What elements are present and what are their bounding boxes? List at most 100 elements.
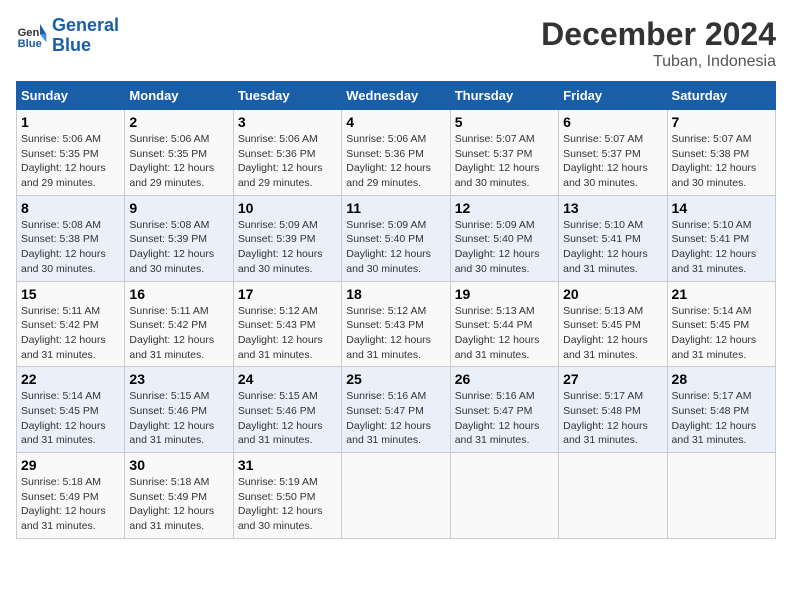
sunrise-time: 5:10 AM (605, 219, 644, 231)
sunset-time: 5:37 PM (602, 148, 641, 160)
sunset-label: Sunset: (129, 319, 168, 331)
sunset-time: 5:38 PM (710, 148, 749, 160)
daylight-label: Daylight: (672, 334, 716, 346)
sunset-label: Sunset: (563, 319, 602, 331)
daylight-label: Daylight: (672, 162, 716, 174)
calendar-day-cell: 9 Sunrise: 5:08 AM Sunset: 5:39 PM Dayli… (125, 195, 233, 281)
daylight-label: Daylight: (455, 162, 499, 174)
sunrise-label: Sunrise: (455, 133, 496, 145)
day-info: Sunrise: 5:11 AM Sunset: 5:42 PM Dayligh… (129, 304, 228, 363)
sunset-time: 5:46 PM (168, 405, 207, 417)
sunset-time: 5:39 PM (276, 233, 315, 245)
day-info: Sunrise: 5:09 AM Sunset: 5:40 PM Dayligh… (346, 218, 445, 277)
col-tuesday: Tuesday (233, 82, 341, 110)
col-wednesday: Wednesday (342, 82, 450, 110)
day-info: Sunrise: 5:08 AM Sunset: 5:38 PM Dayligh… (21, 218, 120, 277)
sunrise-label: Sunrise: (672, 219, 713, 231)
daylight-label: Daylight: (455, 334, 499, 346)
day-info: Sunrise: 5:17 AM Sunset: 5:48 PM Dayligh… (563, 389, 662, 448)
day-number: 30 (129, 457, 228, 473)
logo-text: General Blue (52, 16, 119, 56)
sunrise-time: 5:08 AM (62, 219, 101, 231)
sunrise-label: Sunrise: (129, 305, 170, 317)
sunrise-label: Sunrise: (238, 133, 279, 145)
day-info: Sunrise: 5:07 AM Sunset: 5:37 PM Dayligh… (563, 132, 662, 191)
day-number: 13 (563, 200, 662, 216)
calendar-week-row: 1 Sunrise: 5:06 AM Sunset: 5:35 PM Dayli… (17, 110, 776, 196)
col-friday: Friday (559, 82, 667, 110)
sunrise-label: Sunrise: (129, 219, 170, 231)
sunrise-label: Sunrise: (238, 390, 279, 402)
sunrise-time: 5:11 AM (62, 305, 100, 317)
calendar-day-cell: 16 Sunrise: 5:11 AM Sunset: 5:42 PM Dayl… (125, 281, 233, 367)
sunrise-time: 5:13 AM (496, 305, 535, 317)
day-number: 28 (672, 371, 771, 387)
sunset-time: 5:39 PM (168, 233, 207, 245)
calendar-day-cell: 2 Sunrise: 5:06 AM Sunset: 5:35 PM Dayli… (125, 110, 233, 196)
sunset-label: Sunset: (346, 233, 385, 245)
daylight-label: Daylight: (129, 420, 173, 432)
calendar-week-row: 22 Sunrise: 5:14 AM Sunset: 5:45 PM Dayl… (17, 367, 776, 453)
daylight-label: Daylight: (21, 420, 65, 432)
sunrise-time: 5:13 AM (605, 305, 644, 317)
page-title: December 2024 (541, 16, 776, 53)
day-number: 19 (455, 286, 554, 302)
sunset-time: 5:48 PM (602, 405, 641, 417)
daylight-label: Daylight: (672, 420, 716, 432)
sunset-time: 5:40 PM (385, 233, 424, 245)
sunrise-time: 5:06 AM (279, 133, 318, 145)
day-number: 27 (563, 371, 662, 387)
day-info: Sunrise: 5:19 AM Sunset: 5:50 PM Dayligh… (238, 475, 337, 534)
daylight-label: Daylight: (238, 505, 282, 517)
sunset-label: Sunset: (129, 233, 168, 245)
sunset-label: Sunset: (21, 233, 60, 245)
calendar-day-cell: 24 Sunrise: 5:15 AM Sunset: 5:46 PM Dayl… (233, 367, 341, 453)
sunset-label: Sunset: (563, 148, 602, 160)
logo-blue: Blue (52, 35, 91, 55)
daylight-label: Daylight: (563, 248, 607, 260)
calendar-day-cell: 12 Sunrise: 5:09 AM Sunset: 5:40 PM Dayl… (450, 195, 558, 281)
sunset-time: 5:45 PM (60, 405, 99, 417)
title-block: December 2024 Tuban, Indonesia (541, 16, 776, 71)
calendar-day-cell: 21 Sunrise: 5:14 AM Sunset: 5:45 PM Dayl… (667, 281, 775, 367)
day-number: 11 (346, 200, 445, 216)
calendar-body: 1 Sunrise: 5:06 AM Sunset: 5:35 PM Dayli… (17, 110, 776, 539)
day-info: Sunrise: 5:10 AM Sunset: 5:41 PM Dayligh… (672, 218, 771, 277)
day-info: Sunrise: 5:15 AM Sunset: 5:46 PM Dayligh… (238, 389, 337, 448)
sunrise-label: Sunrise: (346, 219, 387, 231)
sunrise-time: 5:16 AM (496, 390, 535, 402)
day-info: Sunrise: 5:18 AM Sunset: 5:49 PM Dayligh… (21, 475, 120, 534)
sunrise-time: 5:14 AM (713, 305, 752, 317)
calendar-day-cell: 28 Sunrise: 5:17 AM Sunset: 5:48 PM Dayl… (667, 367, 775, 453)
sunrise-label: Sunrise: (563, 133, 604, 145)
sunset-label: Sunset: (129, 491, 168, 503)
calendar-day-cell: 15 Sunrise: 5:11 AM Sunset: 5:42 PM Dayl… (17, 281, 125, 367)
sunrise-time: 5:15 AM (171, 390, 210, 402)
sunset-label: Sunset: (563, 233, 602, 245)
sunrise-time: 5:09 AM (279, 219, 318, 231)
sunset-label: Sunset: (346, 319, 385, 331)
sunrise-time: 5:07 AM (713, 133, 752, 145)
calendar-day-cell (667, 453, 775, 539)
sunset-time: 5:41 PM (710, 233, 749, 245)
calendar-day-cell: 18 Sunrise: 5:12 AM Sunset: 5:43 PM Dayl… (342, 281, 450, 367)
day-number: 31 (238, 457, 337, 473)
sunset-time: 5:50 PM (276, 491, 315, 503)
sunrise-label: Sunrise: (346, 305, 387, 317)
day-number: 6 (563, 114, 662, 130)
sunset-time: 5:49 PM (168, 491, 207, 503)
sunrise-label: Sunrise: (672, 133, 713, 145)
sunset-time: 5:43 PM (276, 319, 315, 331)
sunset-label: Sunset: (672, 405, 711, 417)
sunrise-time: 5:14 AM (62, 390, 101, 402)
sunset-time: 5:45 PM (710, 319, 749, 331)
col-monday: Monday (125, 82, 233, 110)
sunset-label: Sunset: (238, 148, 277, 160)
sunrise-time: 5:08 AM (171, 219, 210, 231)
calendar-day-cell: 3 Sunrise: 5:06 AM Sunset: 5:36 PM Dayli… (233, 110, 341, 196)
calendar-day-cell: 23 Sunrise: 5:15 AM Sunset: 5:46 PM Dayl… (125, 367, 233, 453)
sunrise-label: Sunrise: (563, 305, 604, 317)
sunset-label: Sunset: (21, 319, 60, 331)
calendar-header: Sunday Monday Tuesday Wednesday Thursday… (17, 82, 776, 110)
day-info: Sunrise: 5:06 AM Sunset: 5:35 PM Dayligh… (21, 132, 120, 191)
